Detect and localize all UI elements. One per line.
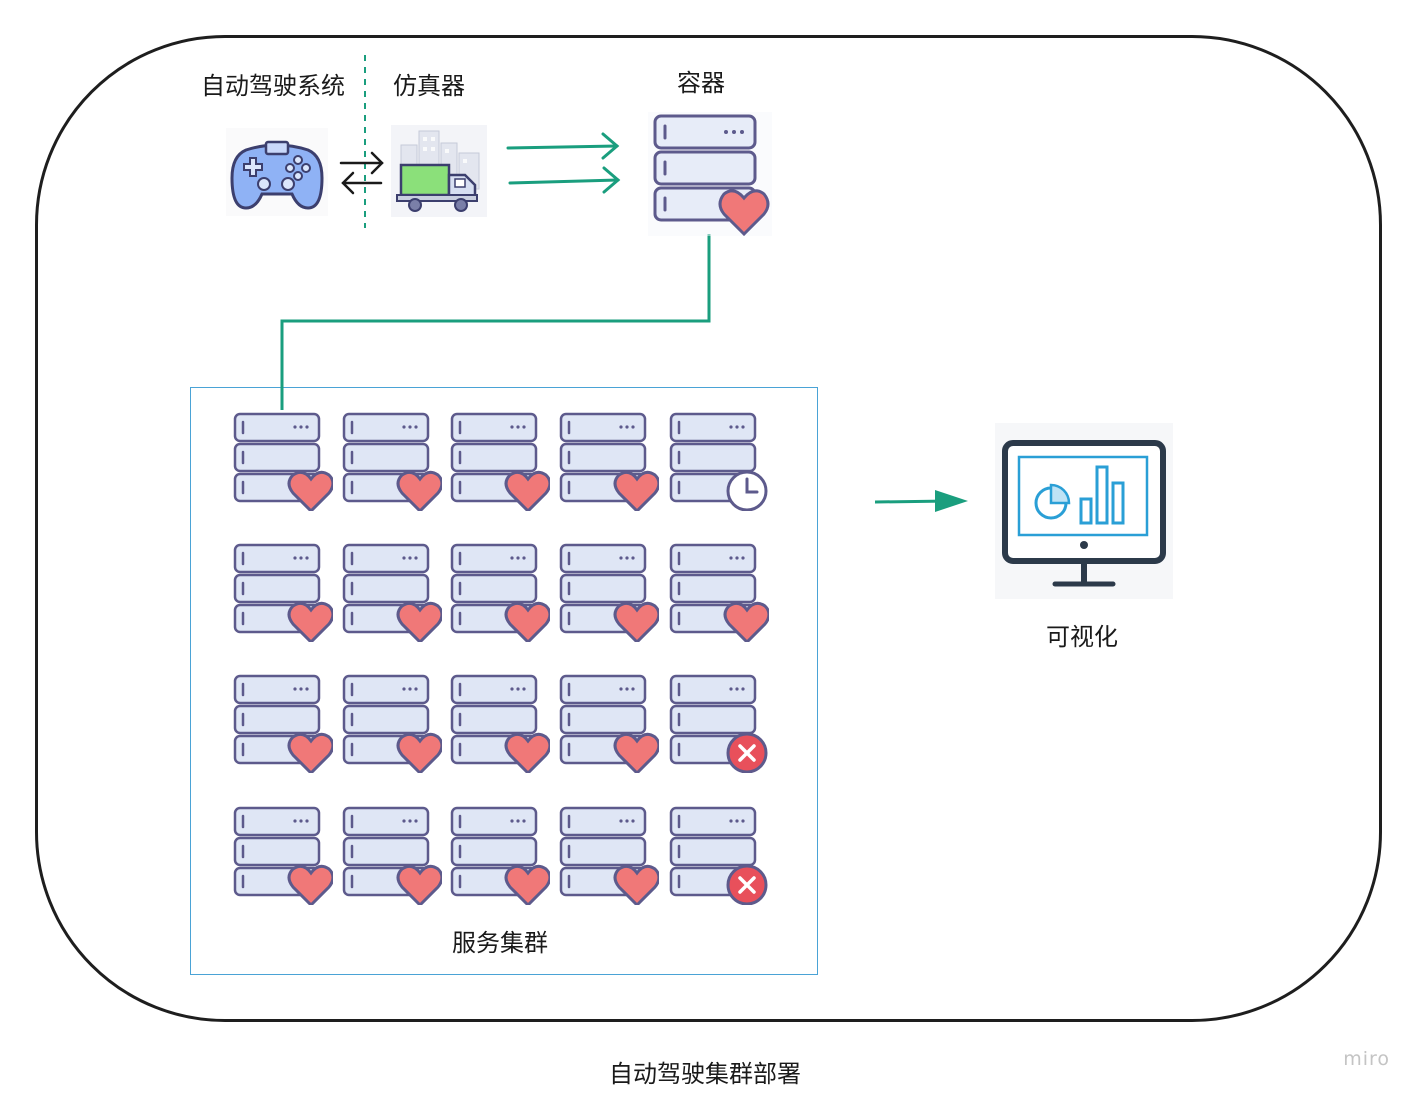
- cluster-server-healthy: [233, 412, 333, 511]
- heart-icon: [504, 864, 550, 905]
- cluster-server-failed: [669, 806, 768, 905]
- cluster-server-failed: [669, 674, 768, 773]
- cluster-server-healthy: [559, 806, 659, 905]
- cluster-server-healthy: [342, 806, 442, 905]
- heart-icon: [287, 864, 333, 905]
- cluster-server-pending: [669, 412, 768, 511]
- cluster-server-healthy: [669, 543, 769, 642]
- heart-icon: [396, 864, 442, 905]
- cluster-server-healthy: [342, 674, 442, 773]
- heart-icon: [396, 470, 442, 511]
- cluster-server-healthy: [233, 543, 333, 642]
- heart-icon: [613, 732, 659, 773]
- cluster-server-healthy: [450, 412, 550, 511]
- cluster-server-healthy: [559, 674, 659, 773]
- gamepad-icon: [226, 128, 328, 216]
- cluster-server-healthy: [450, 806, 550, 905]
- heart-icon: [287, 470, 333, 511]
- truck-city-icon: [391, 125, 487, 217]
- cluster-server-healthy: [559, 543, 659, 642]
- bidirectional-arrows-icon: [339, 151, 384, 195]
- cluster-server-healthy: [342, 412, 442, 511]
- container-server-icon: [648, 112, 772, 236]
- cluster-server-healthy: [233, 806, 333, 905]
- cluster-server-healthy: [559, 412, 659, 511]
- clock-icon: [726, 470, 768, 511]
- error-icon: [726, 732, 768, 773]
- monitor-chart-icon: [995, 423, 1173, 599]
- heart-icon: [613, 864, 659, 905]
- heart-icon: [723, 601, 769, 642]
- heart-icon: [613, 470, 659, 511]
- cluster-server-healthy: [450, 674, 550, 773]
- heart-icon: [396, 601, 442, 642]
- cluster-server-healthy: [450, 543, 550, 642]
- cluster-server-healthy: [233, 674, 333, 773]
- heart-icon: [504, 601, 550, 642]
- error-icon: [726, 864, 768, 905]
- container-to-cluster-connector: [280, 234, 711, 410]
- cluster-server-healthy: [342, 543, 442, 642]
- heart-icon: [613, 601, 659, 642]
- heart-icon: [287, 732, 333, 773]
- heart-icon: [504, 732, 550, 773]
- sim-to-container-arrows: [506, 132, 621, 194]
- heart-icon: [287, 601, 333, 642]
- heart-icon: [396, 732, 442, 773]
- heart-icon: [504, 470, 550, 511]
